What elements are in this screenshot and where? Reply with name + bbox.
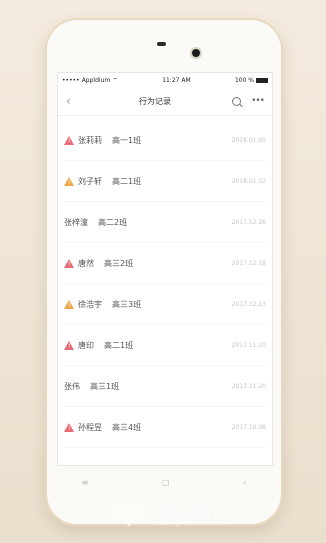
list-item[interactable]: 张莉莉 高一1班 2018.01.05 <box>64 120 266 161</box>
record-date: 2017.12.18 <box>231 259 266 267</box>
search-icon[interactable] <box>232 96 242 106</box>
back-icon[interactable]: ‹ <box>66 94 78 108</box>
status-bar: ••••• Appldium ⌔ 11:27 AM 100 % <box>58 73 272 87</box>
student-name: 唐印 <box>78 340 94 350</box>
home-icon[interactable]: □ <box>162 478 170 487</box>
warning-icon <box>64 299 74 309</box>
battery-percent: 100 % <box>234 76 254 84</box>
student-name: 孙程昱 <box>78 422 102 432</box>
record-left: 孙程昱 高三4班 <box>64 422 141 433</box>
student-class: 高三3班 <box>112 299 142 309</box>
record-date: 2017.11.20 <box>231 382 266 390</box>
warning-icon <box>64 176 74 186</box>
list-item[interactable]: 徐浩宇 高三3班 2017.12.13 <box>64 284 266 325</box>
status-left: ••••• Appldium ⌔ <box>62 76 118 85</box>
list-item[interactable]: 张伟 高三1班 2017.11.20 <box>64 366 266 407</box>
student-class: 高一1班 <box>112 135 142 145</box>
record-left: 唐然 高三2班 <box>64 258 133 269</box>
warning-icon <box>64 135 74 145</box>
phone-speaker <box>157 42 166 46</box>
record-left: 刘子轩 高二1班 <box>64 176 141 187</box>
app-screen: ••••• Appldium ⌔ 11:27 AM 100 % ‹ 行为记录 •… <box>57 72 273 466</box>
record-left: 张莉莉 高一1班 <box>64 135 141 146</box>
record-date: 2018.01.02 <box>231 177 266 185</box>
student-name: 张梓潼 <box>64 217 88 227</box>
record-left: 徐浩宇 高三3班 <box>64 299 141 310</box>
list-item[interactable]: 唐然 高三2班 2017.12.18 <box>64 243 266 284</box>
carrier-label: Appldium <box>81 76 111 84</box>
list-item[interactable]: 刘子轩 高二1班 2018.01.02 <box>64 161 266 202</box>
record-list: 张莉莉 高一1班 2018.01.05 刘子轩 高二1班 2018.01.02 … <box>58 116 272 452</box>
student-class: 高三2班 <box>104 258 134 268</box>
warning-icon <box>64 258 74 268</box>
student-class: 高三1班 <box>90 381 120 391</box>
student-name: 唐然 <box>78 258 94 268</box>
student-name: 张伟 <box>64 381 80 391</box>
status-time: 11:27 AM <box>162 76 191 84</box>
page-title: 行为记录 <box>139 96 172 106</box>
record-left: 张梓潼 高二2班 <box>64 217 127 228</box>
record-date: 2017.11.20 <box>231 341 266 349</box>
student-name: 徐浩宇 <box>78 299 102 309</box>
record-date: 2017.10.08 <box>231 423 266 431</box>
list-item[interactable]: 孙程昱 高三4班 2017.10.08 <box>64 407 266 448</box>
student-class: 高二1班 <box>112 176 142 186</box>
status-right: 100 % <box>235 77 268 84</box>
student-class: 高二1班 <box>104 340 134 350</box>
student-class: 高二2班 <box>98 217 128 227</box>
list-item[interactable]: 张梓潼 高二2班 2017.12.26 <box>64 202 266 243</box>
warning-icon <box>64 340 74 350</box>
nav-actions: ••• <box>232 96 265 106</box>
record-left: 唐印 高二1班 <box>64 340 133 351</box>
student-class: 高三4班 <box>112 422 142 432</box>
phone-camera <box>192 49 200 57</box>
record-date: 2017.12.26 <box>231 218 266 226</box>
warning-icon <box>64 422 74 432</box>
back-nav-icon[interactable]: ‹ <box>243 478 246 487</box>
wifi-icon: ⌔ <box>112 77 118 84</box>
phone-nav-bar: ≡ □ ‹ <box>45 474 283 490</box>
more-icon[interactable]: ••• <box>251 96 265 106</box>
nav-bar: ‹ 行为记录 ••• <box>58 87 272 116</box>
record-date: 2017.12.13 <box>231 300 266 308</box>
student-name: 张莉莉 <box>78 135 102 145</box>
battery-icon <box>256 77 268 83</box>
list-item[interactable]: 唐印 高二1班 2017.11.20 <box>64 325 266 366</box>
menu-icon[interactable]: ≡ <box>82 478 89 487</box>
record-date: 2018.01.05 <box>231 136 266 144</box>
student-name: 刘子轩 <box>78 176 102 186</box>
phone-frame: ••••• Appldium ⌔ 11:27 AM 100 % ‹ 行为记录 •… <box>45 18 283 526</box>
signal-icon: ••••• <box>62 76 80 84</box>
record-left: 张伟 高三1班 <box>64 381 119 392</box>
